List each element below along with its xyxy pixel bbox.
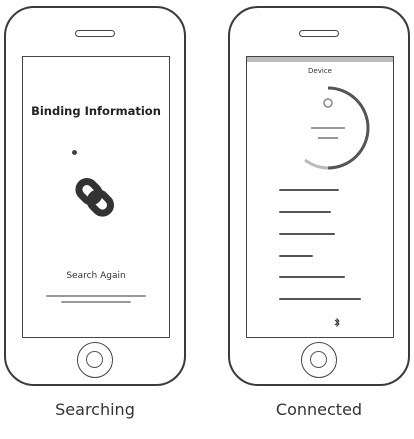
home-button[interactable] bbox=[77, 342, 113, 378]
menu-item[interactable] bbox=[279, 233, 335, 235]
speaker-slot bbox=[75, 30, 115, 37]
link-icon bbox=[75, 178, 114, 217]
hint-text-line bbox=[46, 295, 146, 297]
phone-searching: Binding Information Search Again bbox=[4, 6, 186, 386]
caption-connected: Connected bbox=[275, 400, 363, 419]
device-title: Device bbox=[308, 67, 332, 75]
home-button[interactable] bbox=[301, 342, 337, 378]
menu-item[interactable] bbox=[279, 211, 331, 213]
speaker-slot bbox=[299, 30, 339, 37]
hint-text-line bbox=[61, 301, 131, 303]
binding-title: Binding Information bbox=[31, 104, 161, 118]
menu-item[interactable] bbox=[279, 276, 345, 278]
menu-item[interactable] bbox=[279, 189, 339, 191]
search-again-button[interactable]: Search Again bbox=[23, 271, 169, 281]
battery-gauge bbox=[304, 86, 370, 170]
screen-connected: Device bbox=[246, 56, 394, 338]
status-bar bbox=[247, 57, 393, 62]
menu-item[interactable] bbox=[279, 255, 313, 257]
screen-searching: Binding Information Search Again bbox=[22, 56, 170, 338]
caption-searching: Searching bbox=[55, 400, 135, 419]
status-dot bbox=[72, 150, 77, 155]
menu-item[interactable] bbox=[279, 298, 361, 300]
phone-connected: Device bbox=[228, 6, 410, 386]
bluetooth-icon[interactable] bbox=[333, 318, 341, 327]
